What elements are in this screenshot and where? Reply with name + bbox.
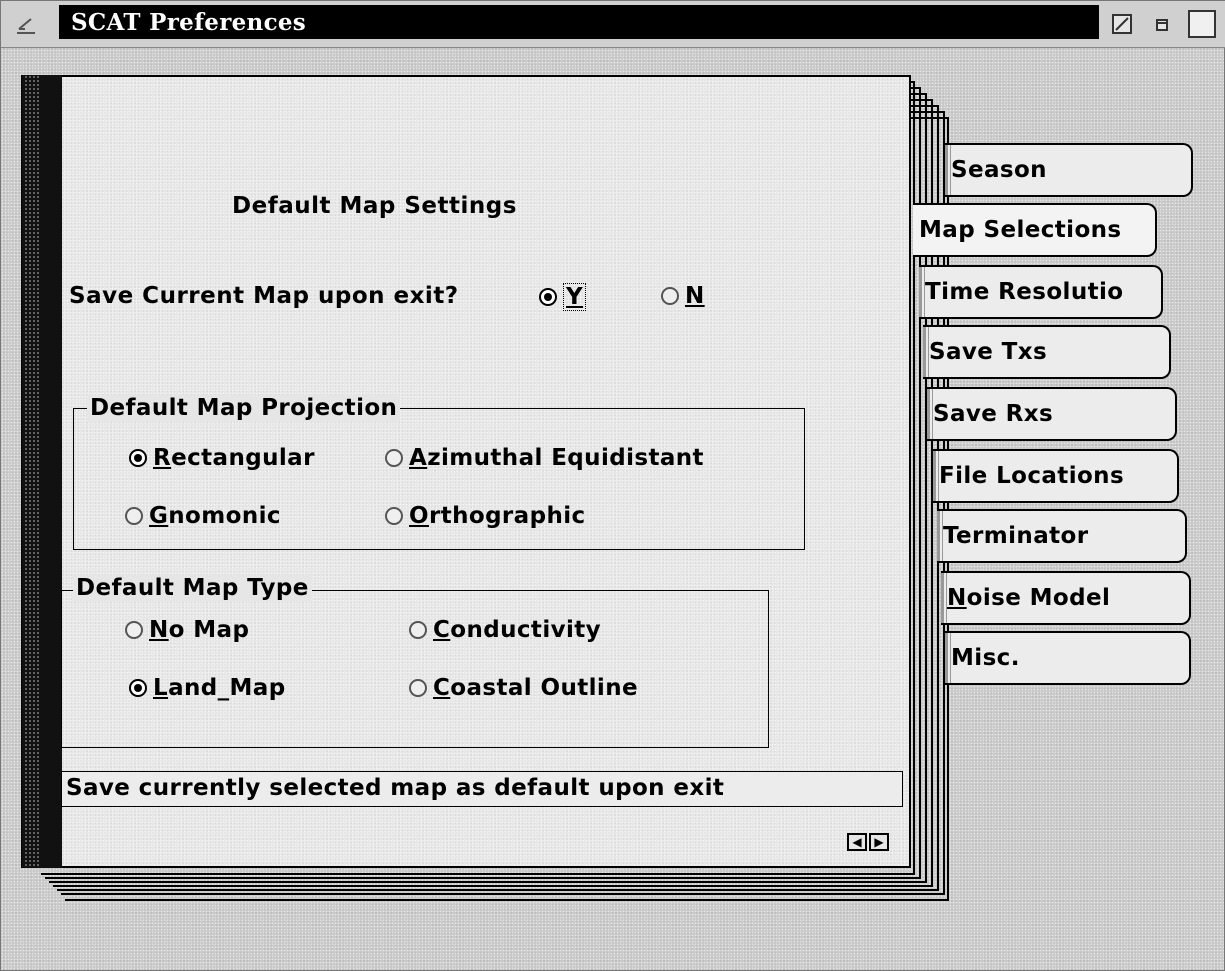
tab-label: Noise Model [947,585,1111,611]
tab-time-resolution[interactable]: Time Resolutio [919,265,1163,319]
radio-unselected-icon [409,679,427,697]
map-type-conductivity-radio[interactable]: Conductivity [409,617,601,643]
map-type-land-map-radio[interactable]: Land_Map [129,675,286,701]
mnemonic: A [409,445,428,471]
radio-unselected-icon [125,507,143,525]
option-label: o Map [168,617,250,643]
preferences-window: SCAT Preferences Default Map Settings Sa… [0,0,1225,971]
system-menu-icon[interactable] [13,15,41,37]
tab-label: Time Resolutio [925,279,1124,305]
map-type-group-title: Default Map Type [73,575,312,601]
tab-save-rxs[interactable]: Save Rxs [927,387,1177,441]
option-label: zimuthal Equidistant [427,445,704,471]
option-label: and_Map [168,675,286,701]
minimize-icon[interactable] [1111,13,1133,35]
tab-misc[interactable]: Misc. [945,631,1191,685]
tab-label: File Locations [939,463,1125,489]
radio-unselected-icon [409,621,427,639]
tab-label: Terminator [943,523,1089,549]
radio-unselected-icon [385,507,403,525]
tab-label: Map Selections [919,217,1122,243]
projection-group-title: Default Map Projection [87,395,401,421]
mnemonic: C [433,675,451,701]
save-map-question: Save Current Map upon exit? [69,283,459,309]
tab-noise-model[interactable]: Noise Model [941,571,1191,625]
projection-orthographic-radio[interactable]: Orthographic [385,503,586,529]
projection-azimuthal-radio[interactable]: Azimuthal Equidistant [385,445,704,471]
status-message: Save currently selected map as default u… [61,771,903,807]
map-type-group [61,590,769,748]
window-title: SCAT Preferences [71,9,307,36]
mnemonic: N [947,585,967,611]
option-label: oastal Outline [450,675,638,701]
restore-icon[interactable] [1151,13,1173,35]
mnemonic: C [433,617,451,643]
page-heading: Default Map Settings [232,193,517,219]
option-label: ectangular [171,445,315,471]
tab-map-selections[interactable]: Map Selections [913,203,1157,257]
left-arrow-icon[interactable]: ◀ [847,833,867,851]
tab-label: Save Txs [929,339,1048,365]
option-label: nomonic [168,503,281,529]
radio-unselected-icon [385,449,403,467]
radio-unselected-icon [125,621,143,639]
radio-selected-icon [539,288,557,306]
right-arrow-icon[interactable]: ▶ [869,833,889,851]
mnemonic: L [153,675,169,701]
page-arrows: ◀ ▶ [847,833,889,851]
radio-selected-icon [129,679,147,697]
save-map-yes-radio[interactable]: Y [539,283,587,311]
tab-label: Season [951,157,1047,183]
save-map-no-radio[interactable]: N [661,283,705,309]
tab-file-locations[interactable]: File Locations [933,449,1179,503]
projection-gnomonic-radio[interactable]: Gnomonic [125,503,281,529]
tab-label: Save Rxs [933,401,1054,427]
tab-terminator[interactable]: Terminator [937,509,1187,563]
option-label: rthographic [428,503,586,529]
save-map-yes-label: Y [563,283,587,311]
tab-season[interactable]: Season [945,143,1193,197]
mnemonic: O [409,503,429,529]
mnemonic: R [153,445,172,471]
mnemonic: G [149,503,169,529]
radio-unselected-icon [661,287,679,305]
save-map-no-label: N [685,283,705,309]
mnemonic: N [149,617,169,643]
tab-label: Misc. [951,645,1020,671]
title-bar[interactable]: SCAT Preferences [1,1,1225,48]
maximize-icon[interactable] [1187,9,1217,39]
tab-save-txs[interactable]: Save Txs [923,325,1171,379]
radio-selected-icon [129,449,147,467]
option-label: onductivity [450,617,602,643]
projection-rectangular-radio[interactable]: Rectangular [129,445,315,471]
map-type-no-map-radio[interactable]: No Map [125,617,249,643]
map-type-coastal-outline-radio[interactable]: Coastal Outline [409,675,638,701]
notebook-binding [21,75,62,868]
